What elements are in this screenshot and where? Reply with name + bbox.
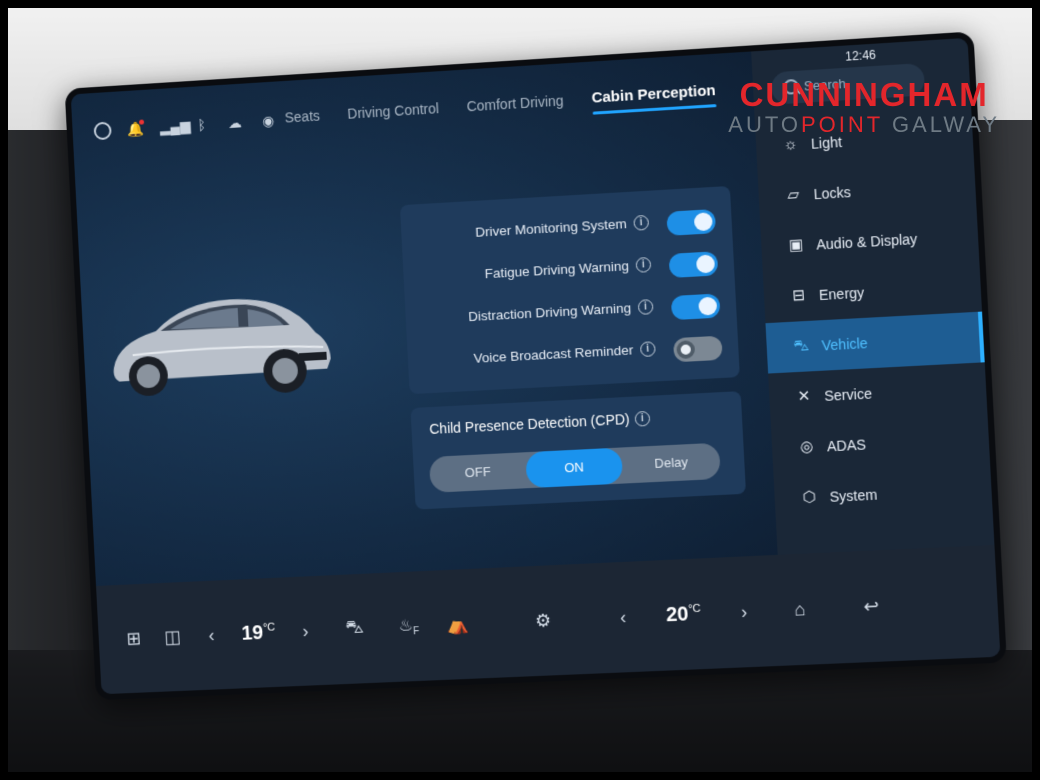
battery-icon: ⊟ bbox=[791, 286, 806, 305]
door-icon: ▱ bbox=[786, 185, 800, 204]
sidebar-item-label: Vehicle bbox=[821, 334, 869, 354]
split-view-icon[interactable]: ◫ bbox=[153, 626, 193, 648]
sidebar-list: ☼ Light ▱ Locks ▣ Audio & Display ⊟ Ener… bbox=[755, 109, 993, 525]
watermark-line2: AUTOPOINT GALWAY bbox=[728, 112, 1000, 137]
setting-label: Distraction Driving Warning bbox=[467, 300, 632, 325]
info-icon[interactable]: i bbox=[635, 256, 652, 273]
chevron-left-icon[interactable]: ‹ bbox=[191, 624, 231, 646]
toggle-knob bbox=[698, 296, 718, 316]
back-icon[interactable]: ↩ bbox=[835, 594, 908, 618]
toggle-knob bbox=[676, 340, 696, 360]
info-icon[interactable]: i bbox=[634, 410, 651, 427]
signal-icon: ▂▄▆ bbox=[159, 117, 191, 136]
left-temperature: 19°C bbox=[240, 621, 276, 645]
location-icon: ◉ bbox=[261, 112, 275, 129]
car-icon[interactable]: ⛍ bbox=[324, 616, 384, 642]
cpd-option-on[interactable]: ON bbox=[524, 447, 624, 489]
tab-driving-control[interactable]: Driving Control bbox=[347, 100, 440, 129]
setting-label: Driver Monitoring System bbox=[474, 216, 628, 240]
setting-label: Voice Broadcast Reminder bbox=[473, 342, 634, 366]
setting-label: Fatigue Driving Warning bbox=[484, 258, 630, 282]
driver-monitoring-toggle[interactable] bbox=[666, 209, 717, 236]
cpd-option-off[interactable]: OFF bbox=[429, 452, 527, 493]
watermark-line1: CUNNINGHAM bbox=[739, 76, 989, 113]
gear-icon[interactable]: ⚙ bbox=[483, 608, 604, 634]
info-icon[interactable]: i bbox=[639, 341, 656, 358]
cpd-title: Child Presence Detection (CPD) bbox=[428, 410, 631, 438]
home-icon[interactable]: ⌂ bbox=[764, 597, 836, 621]
voice-broadcast-toggle[interactable] bbox=[673, 335, 723, 363]
chevron-left-icon[interactable]: ‹ bbox=[603, 606, 644, 629]
defrost-icon[interactable]: ♨F bbox=[384, 614, 435, 638]
monitoring-panel: Driver Monitoring System i Fatigue Drivi… bbox=[399, 185, 740, 395]
car-icon: ⛍ bbox=[792, 337, 810, 356]
cloud-icon: ☁ bbox=[227, 114, 243, 132]
hexagon-icon: ⬡ bbox=[802, 488, 817, 507]
tab-comfort-driving[interactable]: Comfort Driving bbox=[466, 92, 564, 122]
steering-wheel-icon: ◎ bbox=[799, 437, 814, 456]
tab-cabin-perception[interactable]: Cabin Perception bbox=[591, 82, 716, 115]
chevron-right-icon[interactable]: › bbox=[723, 600, 765, 623]
right-temperature: 20°C bbox=[665, 602, 702, 626]
sidebar-item-label: ADAS bbox=[826, 436, 867, 455]
display-icon: ▣ bbox=[788, 236, 804, 255]
cpd-option-delay[interactable]: Delay bbox=[622, 443, 721, 484]
bell-icon[interactable]: 🔔 bbox=[126, 119, 144, 138]
sidebar-item-system[interactable]: ⬡ System bbox=[773, 464, 992, 525]
cpd-panel: Child Presence Detection (CPD) i OFF ON … bbox=[410, 391, 747, 510]
distraction-warning-toggle[interactable] bbox=[670, 293, 721, 321]
sidebar-item-label: Service bbox=[823, 385, 873, 404]
fatigue-warning-toggle[interactable] bbox=[668, 251, 719, 279]
sidebar-item-label: Energy bbox=[818, 284, 865, 304]
bluetooth-icon: ᛒ bbox=[197, 116, 207, 133]
sidebar-item-label: System bbox=[829, 486, 878, 505]
info-icon[interactable]: i bbox=[637, 299, 654, 315]
chevron-right-icon[interactable]: › bbox=[285, 620, 325, 643]
person-icon[interactable] bbox=[93, 121, 112, 141]
info-icon[interactable]: i bbox=[633, 214, 650, 231]
tab-bar: Seats Driving Control Comfort Driving Ca… bbox=[284, 82, 716, 134]
seat-icon[interactable]: ⛺ bbox=[433, 613, 484, 636]
dealer-watermark: CUNNINGHAM AUTOPOINT GALWAY bbox=[728, 78, 1000, 138]
sidebar-item-label: Locks bbox=[813, 183, 852, 203]
grid-icon[interactable]: ⊞ bbox=[114, 627, 154, 649]
toggle-knob bbox=[695, 254, 716, 274]
toggle-knob bbox=[693, 212, 713, 232]
wrench-icon: ✕ bbox=[797, 387, 811, 406]
car-illustration bbox=[110, 294, 332, 397]
sidebar-item-label: Audio & Display bbox=[815, 230, 918, 253]
tab-seats[interactable]: Seats bbox=[284, 108, 320, 134]
clock: 12:46 bbox=[844, 47, 877, 64]
cpd-segmented-control: OFF ON Delay bbox=[428, 442, 721, 493]
status-bar: 🔔 ▂▄▆ ᛒ ☁ ◉ bbox=[93, 111, 277, 141]
main-content: 🔔 ▂▄▆ ᛒ ☁ ◉ Seats Driving Control Comfor… bbox=[70, 51, 778, 586]
